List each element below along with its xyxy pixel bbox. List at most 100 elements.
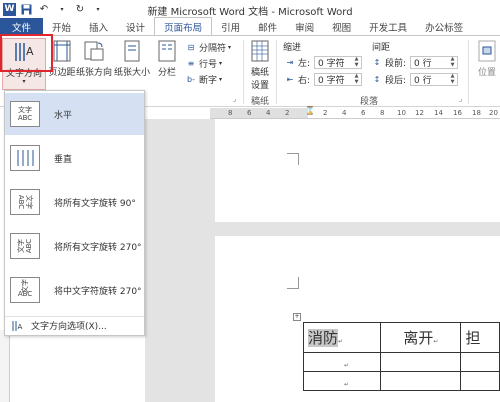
spacing-before-input[interactable]: 0 行 ▲ ▼ [410,56,458,69]
menu-item-text-direction-options[interactable]: A 文字方向选项(X)... [5,316,144,334]
margin-corner [287,153,299,165]
text-direction-menu: 文字 ABC 水平 垂直 文字 ABC 将所有文字旋转 90° 文字 ABC 将所有文… [4,90,145,336]
word-logo-icon: W [3,2,16,16]
columns-icon [154,38,180,64]
group-separator [468,40,469,104]
cell-text: 离开 [403,329,434,347]
breaks-button[interactable]: ⊟ 分隔符 ▾ [185,41,231,54]
menu-item-vertical[interactable]: 垂直 [5,137,144,179]
tab-home[interactable]: 开始 [43,18,80,35]
table-cell[interactable]: 消防↵ [302,322,382,353]
menu-item-label: 将中文字符旋转 270° [54,286,142,297]
redo-icon[interactable]: ↻ [72,1,88,17]
spacing-header: 间距 [372,43,391,53]
spacing-after-label: ↕ 段后: [371,73,406,86]
text-direction-icon: A [11,39,37,65]
tab-office-tab[interactable]: 办公标签 [416,18,472,35]
cell-end-mark: ↵ [344,381,350,388]
rotate-270-icon: 文字 ABC [10,233,40,259]
paragraph-group-label: 段落 [360,97,379,107]
size-label: 纸张大小 [113,68,150,78]
vertical-ruler[interactable] [0,330,10,402]
menu-item-rotate-90[interactable]: 文字 ABC 将所有文字旋转 90° [5,181,144,223]
position-icon [474,38,500,64]
spinner-icon[interactable]: ▲ ▼ [353,56,360,68]
spacing-before-text: 段前: [385,59,407,69]
dropdown-arrow-icon[interactable]: ▾ [54,1,70,17]
breaks-label: 分隔符 [199,44,227,54]
save-icon[interactable] [18,1,34,17]
tab-references[interactable]: 引用 [212,18,249,35]
line-numbers-icon: ≡ [187,59,195,68]
table-cell[interactable] [460,352,500,372]
table-cell[interactable]: 担 [460,322,500,353]
rotate-90-icon: 文字 ABC [10,189,40,215]
ruler-tick: 2 [285,109,290,117]
tab-insert[interactable]: 插入 [80,18,117,35]
tab-file[interactable]: 文件 [0,18,44,35]
indent-left-value: 0 字符 [318,59,345,69]
spacing-after-input[interactable]: 0 行 ▲ ▼ [410,73,458,86]
ruler-tick: 6 [361,109,366,117]
menu-item-horizontal[interactable]: 文字 ABC 水平 [5,93,144,135]
horizontal-icon: 文字 ABC [10,101,40,127]
table-row: ↵ [302,371,500,391]
spacing-before-label: ↕ 段前: [371,56,406,69]
spacing-before-icon: ↕ [373,58,381,67]
ruler-tick: 20 [489,109,498,117]
cell-end-mark: ↵ [344,362,350,369]
tab-design[interactable]: 设计 [117,18,154,35]
cell-text: 担 [465,329,481,347]
table-cell[interactable]: 离开↵ [380,322,462,353]
tab-view[interactable]: 视图 [323,18,360,35]
table-cell[interactable] [380,352,462,372]
spinner-icon[interactable]: ▲ ▼ [449,73,456,85]
line-numbers-button[interactable]: ≡ 行号 ▾ [185,57,222,70]
tab-review[interactable]: 审阅 [286,18,323,35]
text-direction-button[interactable]: A 文字方向 ▾ [2,38,46,90]
position-button[interactable]: 位置 [474,38,500,78]
size-button[interactable]: 纸张大小 [113,38,151,78]
table-cell[interactable]: ↵ [302,371,382,391]
orientation-icon [81,38,107,64]
indent-marker-icon[interactable]: ⌛ [305,106,315,115]
table-row: ↵ [302,352,500,372]
line-numbers-label: 行号 [199,60,218,70]
indent-left-input[interactable]: 0 字符 ▲ ▼ [314,56,362,69]
margins-button[interactable]: 页边距 [48,38,76,78]
document-table[interactable]: 消防↵ 离开↵ 担 ↵ ↵ [302,322,500,391]
orientation-button[interactable]: 纸张方向 [76,38,112,78]
hyphenation-button[interactable]: b- 断字 ▾ [185,73,222,86]
ruler-tick: 8 [380,109,385,117]
table-cell[interactable] [460,371,500,391]
spinner-icon[interactable]: ▲ ▼ [449,56,456,68]
paragraph-launcher-icon[interactable]: ⌟ [459,95,462,103]
cell-end-mark: ↵ [433,338,439,345]
ruler-tick: 16 [453,109,462,117]
indent-left-label: ⇥ 左: [284,56,310,69]
ruler-tick: 4 [342,109,347,117]
horizontal-ruler[interactable]: 8 6 4 2 2 4 6 8 10 12 14 16 18 20 ⌛ [210,106,500,119]
columns-button[interactable]: 分栏 [155,38,179,78]
table-move-handle-icon[interactable]: + [293,313,301,321]
table-cell[interactable] [380,371,462,391]
customize-qat-icon[interactable]: ▾ [90,1,106,17]
ruler-tick: 12 [415,109,424,117]
table-cell[interactable]: ↵ [302,352,382,372]
tab-developer[interactable]: 开发工具 [360,18,416,35]
manuscript-label-line2: 设置 [250,81,269,91]
indent-left-icon: ⇥ [286,58,294,67]
tab-page-layout[interactable]: 页面布局 [154,17,213,35]
menu-item-rotate-270[interactable]: 文字 ABC 将所有文字旋转 270° [5,225,144,267]
indent-right-label: ⇤ 右: [284,73,310,86]
tab-mailings[interactable]: 邮件 [249,18,286,35]
manuscript-settings-button[interactable]: 稿纸 设置 [247,38,273,91]
page-setup-launcher-icon[interactable]: ⌟ [233,95,236,103]
chevron-down-icon: ▾ [219,76,223,83]
undo-icon[interactable]: ↶ [36,1,52,17]
indent-right-input[interactable]: 0 字符 ▲ ▼ [314,73,362,86]
menu-item-rotate-cjk-270[interactable]: 文字 ABC 将中文字符旋转 270° [5,269,144,311]
spinner-icon[interactable]: ▲ ▼ [353,73,360,85]
ruler-margin [210,108,308,118]
page-1[interactable] [215,119,500,222]
